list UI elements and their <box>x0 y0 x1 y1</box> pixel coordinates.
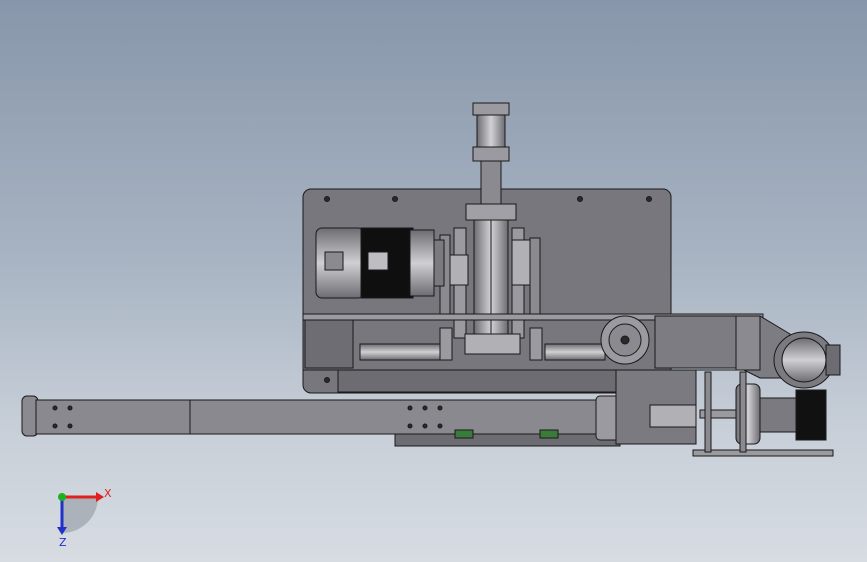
right-arm-bracket <box>654 315 791 379</box>
right-motor[interactable] <box>773 331 841 389</box>
x-axis-arrow <box>96 492 104 502</box>
x-axis-label: X <box>104 487 112 500</box>
y-axis-dot <box>58 493 66 501</box>
machine-assembly[interactable] <box>21 102 841 457</box>
long-boom-arm[interactable] <box>21 395 597 437</box>
cad-viewport[interactable]: X Z <box>0 0 867 562</box>
motor[interactable] <box>315 227 445 299</box>
axis-triad: X Z <box>57 487 112 549</box>
pulley-wheel[interactable] <box>600 315 650 365</box>
z-axis-label: Z <box>59 536 67 549</box>
triad-quadrant <box>62 497 98 533</box>
vertical-cylinder[interactable] <box>465 102 517 349</box>
